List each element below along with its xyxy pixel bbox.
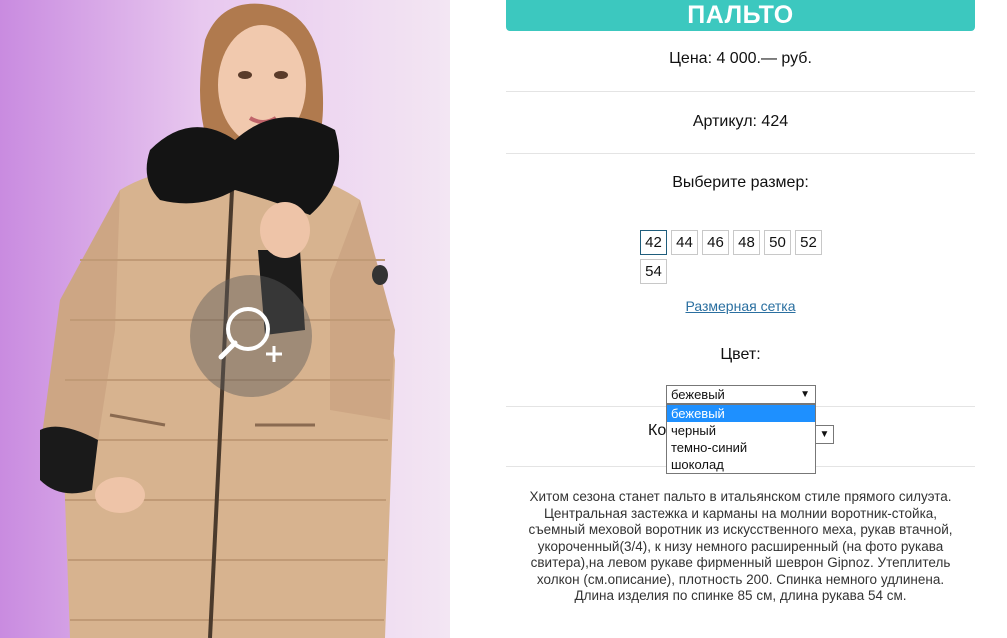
divider: [506, 153, 975, 154]
color-option[interactable]: черный: [667, 422, 815, 439]
product-description: Хитом сезона станет пальто в итальянском…: [528, 489, 953, 603]
product-title: ПАЛЬТО: [506, 0, 975, 31]
color-select[interactable]: бежевый ▼: [666, 385, 816, 404]
product-photo[interactable]: [0, 0, 450, 638]
size-option[interactable]: 52: [795, 230, 822, 255]
color-label: Цвет:: [720, 346, 761, 363]
color-option[interactable]: темно-синий: [667, 439, 815, 456]
zoom-plus-icon: [218, 307, 282, 362]
quantity-select[interactable]: ▼: [816, 425, 834, 444]
color-select-value: бежевый: [671, 387, 725, 402]
size-option[interactable]: 42: [640, 230, 667, 255]
sku: Артикул: 424: [692, 113, 789, 130]
quantity-label: Ко: [648, 422, 667, 439]
size-option[interactable]: 44: [671, 230, 698, 255]
color-option[interactable]: бежевый: [667, 405, 815, 422]
product-details: ПАЛЬТО Цена: 4 000.— руб. Артикул: 424 В…: [506, 0, 975, 603]
triangle-down-icon: ▼: [819, 429, 830, 440]
size-option[interactable]: 48: [733, 230, 760, 255]
color-dropdown-list: бежевый черный темно-синий шоколад: [666, 404, 816, 474]
size-option[interactable]: 50: [764, 230, 791, 255]
size-option[interactable]: 46: [702, 230, 729, 255]
size-label: Выберите размер:: [672, 174, 809, 191]
size-option[interactable]: 54: [640, 259, 667, 284]
color-option[interactable]: шоколад: [667, 456, 815, 473]
price: Цена: 4 000.— руб.: [669, 50, 812, 67]
size-chart-link[interactable]: Размерная сетка: [506, 298, 975, 314]
divider: [506, 91, 975, 92]
triangle-down-icon: ▼: [800, 389, 810, 400]
zoom-button[interactable]: [190, 275, 312, 397]
